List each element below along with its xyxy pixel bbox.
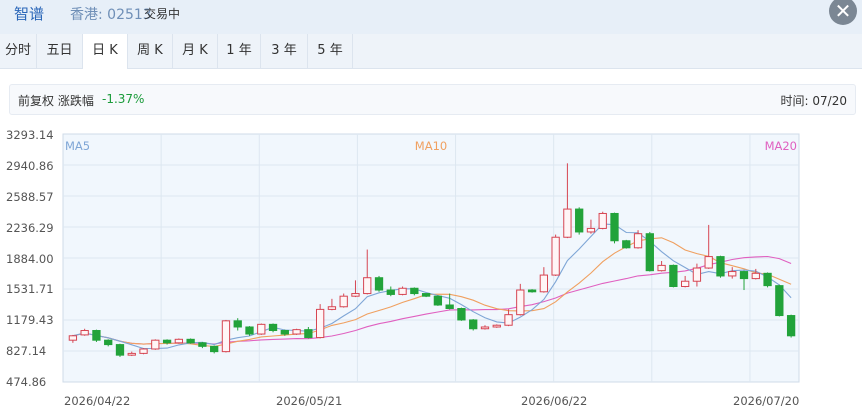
candle-body xyxy=(551,236,560,276)
candle-body xyxy=(257,323,266,335)
candle-body xyxy=(610,212,619,242)
candle-body xyxy=(421,293,431,297)
candle-body xyxy=(174,338,184,344)
candle-body xyxy=(68,335,78,341)
candle-body xyxy=(692,267,702,282)
candle-body xyxy=(633,233,643,249)
candle-body xyxy=(210,345,219,353)
candle-body xyxy=(763,272,772,287)
candle-body xyxy=(363,277,372,295)
candle-body xyxy=(151,339,160,350)
candle-body xyxy=(433,295,443,306)
candle-body xyxy=(645,233,654,272)
candle-body xyxy=(80,330,89,336)
candle-body xyxy=(516,289,525,316)
candle-body xyxy=(198,342,207,347)
candle-body xyxy=(586,227,596,233)
candle-body xyxy=(398,287,407,295)
candle-body xyxy=(115,344,125,356)
candle-body xyxy=(292,329,301,335)
candle-body xyxy=(92,330,101,341)
candle-body xyxy=(245,326,254,335)
candle-body xyxy=(339,295,348,308)
candle-body xyxy=(233,320,242,328)
candle-body xyxy=(657,264,666,272)
candle-body xyxy=(598,212,607,229)
candle-body xyxy=(504,314,513,326)
candle-body xyxy=(104,339,113,346)
candle-body xyxy=(127,352,136,356)
candle-body xyxy=(315,308,325,339)
candle-body xyxy=(622,240,631,249)
candle-body xyxy=(410,287,419,295)
candle-body xyxy=(563,208,572,238)
candle-body xyxy=(374,277,384,291)
candle-body xyxy=(139,348,148,354)
candle-body xyxy=(492,324,501,328)
candle-body xyxy=(457,308,466,321)
candle-body xyxy=(527,289,537,293)
candle-body xyxy=(786,315,796,337)
candle-body xyxy=(280,330,289,335)
legend-ma10: MA10 xyxy=(415,139,447,153)
candle-body xyxy=(728,271,737,277)
candle-body xyxy=(575,208,584,233)
candle-body xyxy=(386,289,395,295)
legend-ma5: MA5 xyxy=(65,139,90,153)
candle-body xyxy=(162,339,172,344)
candle-body xyxy=(327,306,337,310)
candle-body xyxy=(304,329,313,339)
candlestick-chart: MA5 MA10 MA20 xyxy=(62,133,800,383)
candle-body xyxy=(539,274,549,293)
candle-body xyxy=(351,293,360,297)
candle-body xyxy=(445,304,454,310)
candle-body xyxy=(680,280,690,288)
candle-body xyxy=(716,256,725,277)
candle-body xyxy=(739,271,749,280)
legend-ma20: MA20 xyxy=(765,139,797,153)
candle-body xyxy=(268,323,278,332)
candle-body xyxy=(221,320,231,353)
candle-body xyxy=(469,319,478,330)
candle-body xyxy=(669,264,678,288)
candle-body xyxy=(186,338,195,344)
candle-body xyxy=(704,256,713,269)
candle-body xyxy=(480,326,490,330)
candle-body xyxy=(775,285,784,317)
candle-body xyxy=(751,272,760,280)
